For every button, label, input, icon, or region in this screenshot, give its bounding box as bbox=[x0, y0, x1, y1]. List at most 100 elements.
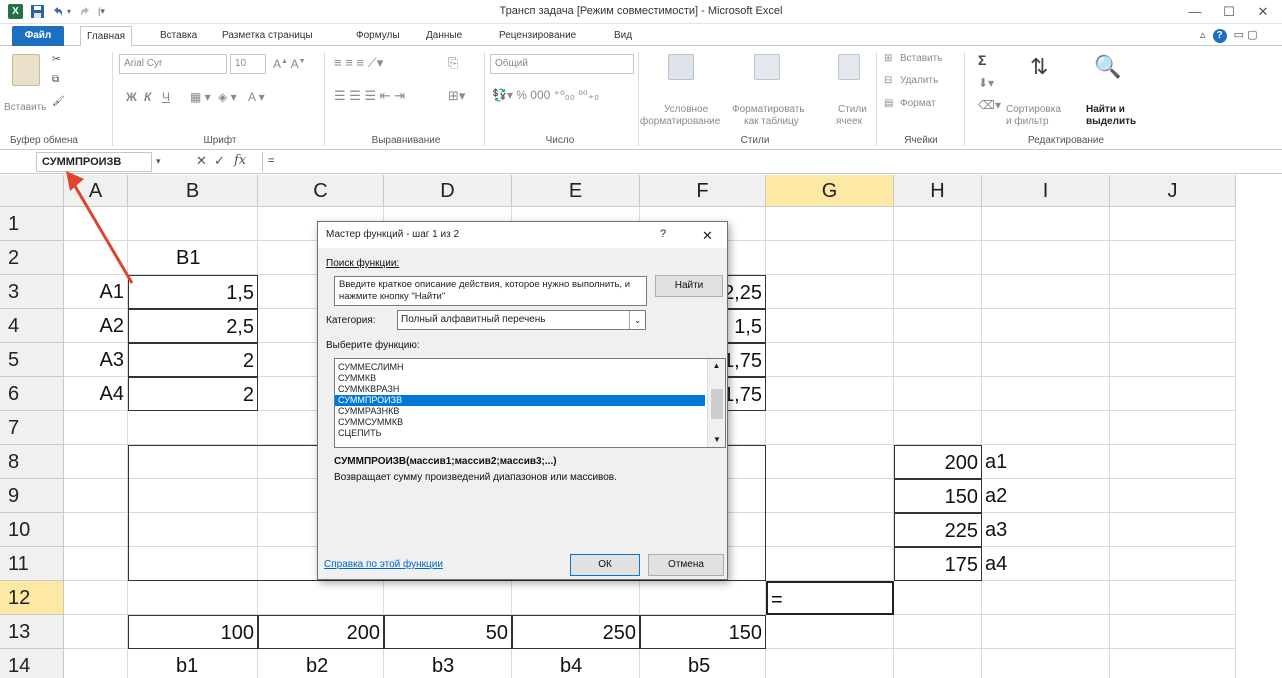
cell-e12[interactable] bbox=[512, 581, 640, 615]
merge-cells-icon[interactable]: ⊞▾ bbox=[448, 88, 465, 104]
cell-h14[interactable] bbox=[894, 649, 982, 678]
cell-i9[interactable]: a2 bbox=[982, 479, 1110, 513]
cell-i7[interactable] bbox=[982, 411, 1110, 445]
cell-j8[interactable] bbox=[1110, 445, 1236, 479]
cell-b8[interactable] bbox=[128, 445, 258, 479]
cell-b12[interactable] bbox=[128, 581, 258, 615]
row-header-4[interactable]: 4 bbox=[0, 309, 64, 343]
cell-i14[interactable] bbox=[982, 649, 1110, 678]
cell-i3[interactable] bbox=[982, 275, 1110, 309]
scroll-down-icon[interactable]: ▼ bbox=[708, 433, 726, 447]
cell-b9[interactable] bbox=[128, 479, 258, 513]
cell-b13[interactable]: 100 bbox=[128, 615, 258, 649]
category-select[interactable]: Полный алфавитный перечень ⌄ bbox=[397, 310, 646, 330]
cell-b2[interactable]: B1 bbox=[128, 241, 258, 275]
underline-button[interactable]: Ч bbox=[162, 90, 170, 104]
function-list-item[interactable]: СУММКВРАЗН bbox=[335, 384, 705, 395]
fill-color-icon[interactable]: ◈ ▾ bbox=[218, 90, 237, 104]
insert-function-icon[interactable]: fx bbox=[234, 153, 246, 168]
autosum-button[interactable]: Σ bbox=[978, 52, 986, 68]
cell-e13[interactable]: 250 bbox=[512, 615, 640, 649]
insert-cells-icon[interactable]: ⊞ bbox=[884, 53, 892, 64]
cell-b1[interactable] bbox=[128, 207, 258, 241]
wrap-text-icon[interactable]: ⎘ bbox=[448, 55, 458, 71]
tab-page-layout[interactable]: Разметка страницы bbox=[220, 27, 315, 46]
cell-g8[interactable] bbox=[766, 445, 894, 479]
cell-j10[interactable] bbox=[1110, 513, 1236, 547]
cell-g14[interactable] bbox=[766, 649, 894, 678]
cell-g6[interactable] bbox=[766, 377, 894, 411]
find-select-button[interactable]: Найти и bbox=[1086, 104, 1125, 115]
cell-h13[interactable] bbox=[894, 615, 982, 649]
cell-j9[interactable] bbox=[1110, 479, 1236, 513]
cell-b4[interactable]: 2,5 bbox=[128, 309, 258, 343]
fill-icon[interactable]: ⬇▾ bbox=[978, 76, 994, 90]
cell-h12[interactable] bbox=[894, 581, 982, 615]
cell-j11[interactable] bbox=[1110, 547, 1236, 581]
tab-review[interactable]: Рецензирование bbox=[497, 27, 578, 46]
cell-i12[interactable] bbox=[982, 581, 1110, 615]
cell-d13[interactable]: 50 bbox=[384, 615, 512, 649]
cell-h2[interactable] bbox=[894, 241, 982, 275]
cell-j1[interactable] bbox=[1110, 207, 1236, 241]
cell-b6[interactable]: 2 bbox=[128, 377, 258, 411]
cell-styles-button-line2[interactable]: ячеек bbox=[836, 116, 862, 127]
cell-g10[interactable] bbox=[766, 513, 894, 547]
row-header-5[interactable]: 5 bbox=[0, 343, 64, 377]
cell-b10[interactable] bbox=[128, 513, 258, 547]
cell-styles-icon[interactable] bbox=[838, 54, 860, 80]
delete-cells-icon[interactable]: ⊟ bbox=[884, 75, 892, 86]
row-header-2[interactable]: 2 bbox=[0, 241, 64, 275]
cell-styles-button[interactable]: Стили bbox=[838, 104, 867, 115]
cell-c12[interactable] bbox=[258, 581, 384, 615]
cell-h5[interactable] bbox=[894, 343, 982, 377]
font-size-select[interactable]: 10 bbox=[230, 54, 266, 74]
conditional-formatting-icon[interactable] bbox=[668, 54, 694, 80]
row-header-14[interactable]: 14 bbox=[0, 649, 64, 678]
cell-a9[interactable] bbox=[64, 479, 128, 513]
cell-i1[interactable] bbox=[982, 207, 1110, 241]
column-header-d[interactable]: D bbox=[384, 175, 512, 207]
format-as-table-button[interactable]: Форматировать bbox=[732, 104, 805, 115]
ok-button[interactable]: ОК bbox=[570, 554, 640, 576]
find-select-button-line2[interactable]: выделить bbox=[1086, 116, 1136, 127]
cell-b14[interactable]: b1 bbox=[128, 649, 258, 678]
scrollbar[interactable]: ▲ ▼ bbox=[707, 359, 725, 447]
cell-j13[interactable] bbox=[1110, 615, 1236, 649]
cell-d12[interactable] bbox=[384, 581, 512, 615]
cell-h10[interactable]: 225 bbox=[894, 513, 982, 547]
row-header-6[interactable]: 6 bbox=[0, 377, 64, 411]
font-color-icon[interactable]: A ▾ bbox=[248, 90, 265, 104]
paste-icon[interactable] bbox=[12, 54, 40, 86]
cell-b3[interactable]: 1,5 bbox=[128, 275, 258, 309]
function-list-item[interactable]: СУММРАЗНКВ bbox=[335, 406, 705, 417]
tab-file[interactable]: Файл bbox=[12, 26, 64, 46]
dialog-help-button[interactable]: ? bbox=[660, 228, 666, 240]
cell-j5[interactable] bbox=[1110, 343, 1236, 377]
cell-i5[interactable] bbox=[982, 343, 1110, 377]
cell-f14[interactable]: b5 bbox=[640, 649, 766, 678]
format-cells-icon[interactable]: ▤ bbox=[884, 98, 893, 109]
row-header-8[interactable]: 8 bbox=[0, 445, 64, 479]
close-button[interactable]: ✕ bbox=[1248, 2, 1278, 22]
row-header-10[interactable]: 10 bbox=[0, 513, 64, 547]
cell-b11[interactable] bbox=[128, 547, 258, 581]
cell-g11[interactable] bbox=[766, 547, 894, 581]
scroll-up-icon[interactable]: ▲ bbox=[708, 359, 725, 373]
cell-h7[interactable] bbox=[894, 411, 982, 445]
cell-i6[interactable] bbox=[982, 377, 1110, 411]
align-left-icon[interactable]: ☰ ☰ ☰ ⇤ ⇥ bbox=[334, 88, 405, 104]
italic-button[interactable]: К bbox=[144, 90, 151, 104]
column-header-j[interactable]: J bbox=[1110, 175, 1236, 207]
align-top-icon[interactable]: ≡ ≡ ≡ ⟋▾ bbox=[334, 55, 383, 71]
minimize-button[interactable]: — bbox=[1180, 2, 1210, 22]
format-painter-icon[interactable]: 🖌 bbox=[52, 96, 65, 107]
cell-i13[interactable] bbox=[982, 615, 1110, 649]
restore-icon[interactable]: ▭ ▢ bbox=[1234, 29, 1258, 41]
cell-i2[interactable] bbox=[982, 241, 1110, 275]
row-header-9[interactable]: 9 bbox=[0, 479, 64, 513]
help-icon[interactable]: ? bbox=[1212, 29, 1227, 43]
function-list-item[interactable]: СЦЕПИТЬ bbox=[335, 428, 705, 439]
cell-i11[interactable]: a4 bbox=[982, 547, 1110, 581]
cell-g12[interactable]: = bbox=[766, 581, 894, 615]
